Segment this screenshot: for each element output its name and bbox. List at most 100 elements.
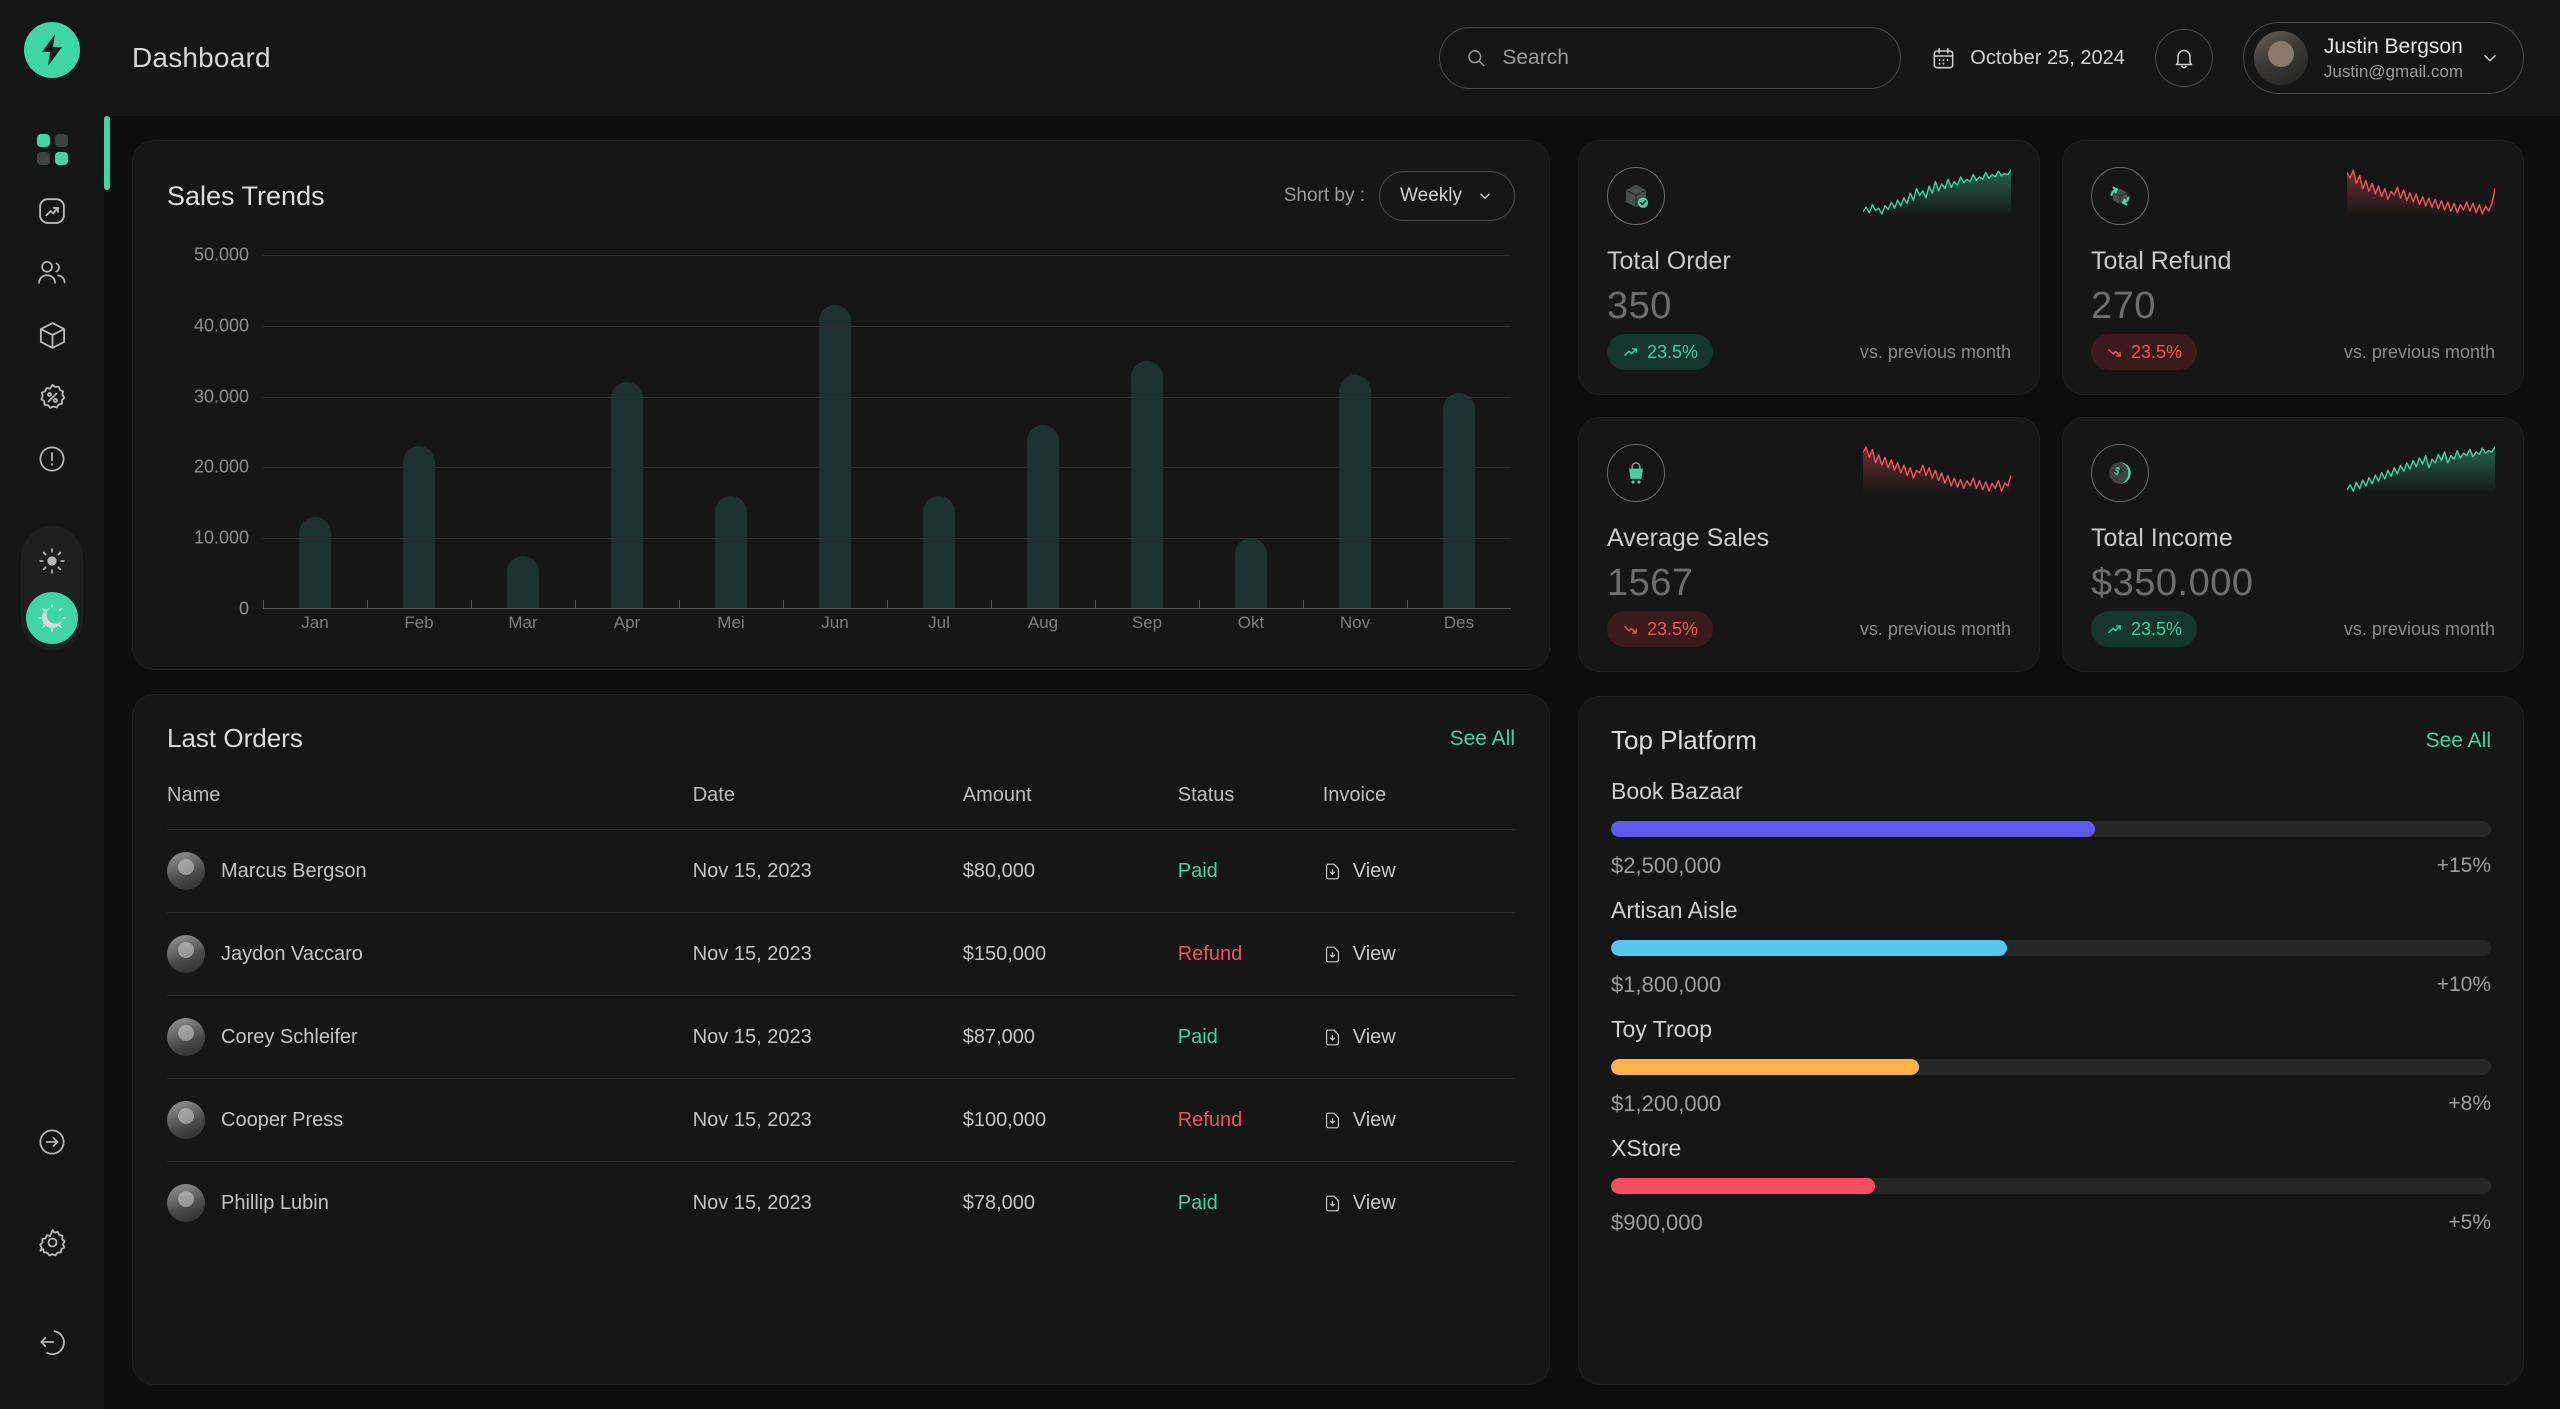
chart-x-tick xyxy=(679,600,680,609)
chart-y-tick-label: 30.000 xyxy=(193,386,249,407)
chart-bar-slot[interactable] xyxy=(1407,255,1511,609)
view-label: View xyxy=(1352,1025,1396,1048)
chart-bar-slot[interactable] xyxy=(367,255,471,609)
table-row[interactable]: Jaydon Vaccaro Nov 15, 2023 $150,000 Refund… xyxy=(167,912,1515,996)
theme-toggle[interactable] xyxy=(21,526,83,650)
chart-bar[interactable] xyxy=(1235,538,1267,609)
discount-badge-icon xyxy=(39,383,65,409)
last-orders-card: Last Orders See All Name Date Amount Sta… xyxy=(132,694,1550,1385)
chart-bar[interactable] xyxy=(1027,424,1059,609)
chart-bar-slot[interactable] xyxy=(1303,255,1407,609)
avatar xyxy=(167,852,205,890)
platform-footer: $1,200,000 +8% xyxy=(1611,1091,2491,1117)
search-box[interactable] xyxy=(1439,27,1902,89)
table-row[interactable]: Phillip Lubin Nov 15, 2023 $78,000 Paid View xyxy=(167,1161,1515,1244)
sidebar-item-settings[interactable] xyxy=(21,1211,83,1273)
chart-bar-slot[interactable] xyxy=(1199,255,1303,609)
platform-item[interactable]: XStore $900,000 +5% xyxy=(1611,1135,2491,1236)
chart-x-tick xyxy=(367,600,368,609)
table-row[interactable]: Corey Schleifer Nov 15, 2023 $87,000 Paid Vi… xyxy=(167,995,1515,1079)
view-invoice-button[interactable]: View xyxy=(1323,860,1515,883)
top-platform-see-all[interactable]: See All xyxy=(2426,729,2491,753)
chart-x-tick-label: Des xyxy=(1443,613,1475,632)
platform-amount: $1,800,000 xyxy=(1611,972,1722,997)
download-file-icon xyxy=(1325,1029,1339,1045)
gear-icon xyxy=(38,1228,66,1256)
chart-bar-slot[interactable] xyxy=(471,255,575,609)
chart-bar[interactable] xyxy=(1339,375,1371,609)
sales-trends-header: Sales Trends Short by : Weekly xyxy=(167,171,1515,221)
moon-icon[interactable] xyxy=(26,592,78,644)
view-invoice-button[interactable]: View xyxy=(1323,1192,1515,1215)
trend-down-icon xyxy=(2108,348,2121,357)
cell-status: Paid xyxy=(1177,1161,1323,1244)
table-header-row: Name Date Amount Status Invoice xyxy=(167,772,1515,830)
last-orders-see-all[interactable]: See All xyxy=(1450,727,1515,751)
platform-item[interactable]: Toy Troop $1,200,000 +8% xyxy=(1611,1016,2491,1117)
date-display[interactable]: October 25, 2024 xyxy=(1931,46,2125,71)
stat-change-badge: 23.5% xyxy=(2091,611,2198,647)
chart-bar-slot[interactable] xyxy=(887,255,991,609)
column-header-date: Date xyxy=(692,784,735,806)
stat-label: Total Order xyxy=(1607,247,1731,275)
status-badge: Paid xyxy=(1177,1191,1218,1214)
view-invoice-button[interactable]: View xyxy=(1323,1026,1515,1049)
platform-progress-fill xyxy=(1611,1059,1919,1075)
refund-box-icon xyxy=(2110,186,2130,206)
search-input[interactable] xyxy=(1502,46,1875,70)
users-icon xyxy=(38,261,66,284)
sidebar-item-expand[interactable] xyxy=(21,1111,83,1173)
table-row[interactable]: Marcus Bergson Nov 15, 2023 $80,000 Paid Vie… xyxy=(167,829,1515,913)
sun-icon[interactable] xyxy=(27,536,77,586)
sparkline-chart xyxy=(2347,169,2495,217)
chart-bar-slot[interactable] xyxy=(991,255,1095,609)
chart-bar[interactable] xyxy=(507,555,539,609)
view-invoice-button[interactable]: View xyxy=(1323,943,1515,966)
profile-menu[interactable]: Justin Bergson Justin@gmail.com xyxy=(2242,22,2524,94)
sidebar xyxy=(0,0,104,1409)
cell-amount: $100,000 xyxy=(962,1078,1178,1162)
sidebar-item-discounts[interactable] xyxy=(21,366,83,428)
platform-item[interactable]: Artisan Aisle $1,800,000 +10% xyxy=(1611,897,2491,998)
cell-amount: $150,000 xyxy=(962,912,1178,996)
platform-progress-fill xyxy=(1611,821,2095,837)
notification-button[interactable] xyxy=(2154,29,2213,87)
chart-bar-slot[interactable] xyxy=(263,255,367,609)
cell-status: Refund xyxy=(1177,1078,1323,1162)
chevron-down-icon[interactable] xyxy=(2479,47,2501,69)
chart-y-tick-label: 10.000 xyxy=(193,527,249,548)
chart-bar[interactable] xyxy=(819,304,851,609)
sort-select[interactable]: Weekly xyxy=(1379,171,1515,221)
top-platform-card: Top Platform See All Book Bazaar $2,500,0… xyxy=(1578,696,2524,1385)
chart-bar[interactable] xyxy=(923,495,955,609)
platform-item[interactable]: Book Bazaar $2,500,000 +15% xyxy=(1611,778,2491,879)
chart-bar[interactable] xyxy=(403,446,435,609)
chart-bar-slot[interactable] xyxy=(783,255,887,609)
cell-name: Cooper Press xyxy=(167,1078,693,1162)
sidebar-item-alerts[interactable] xyxy=(21,428,83,490)
chart-bar-slot[interactable] xyxy=(1095,255,1199,609)
orders-table: Name Date Amount Status Invoice Marcus B… xyxy=(167,772,1515,1244)
sidebar-item-customers[interactable] xyxy=(21,242,83,304)
view-label: View xyxy=(1352,942,1396,965)
sidebar-item-dashboard[interactable] xyxy=(21,118,83,180)
orders-table-head: Name Date Amount Status Invoice xyxy=(167,772,1515,830)
view-invoice-button[interactable]: View xyxy=(1323,1109,1515,1132)
chart-bar-slot[interactable] xyxy=(575,255,679,609)
cell-date: Nov 15, 2023 xyxy=(692,995,963,1079)
stat-icon-wrapper xyxy=(1607,444,1665,502)
stat-footer: 23.5% vs. previous month xyxy=(2091,611,2495,647)
app-logo[interactable] xyxy=(24,22,80,78)
chart-bar-slot[interactable] xyxy=(679,255,783,609)
sidebar-item-analytics[interactable] xyxy=(21,180,83,242)
chart-bar[interactable] xyxy=(299,516,331,609)
chart-bar[interactable] xyxy=(715,495,747,609)
chart-bar[interactable] xyxy=(1131,361,1163,609)
table-row[interactable]: Cooper Press Nov 15, 2023 $100,000 Refund Vi… xyxy=(167,1078,1515,1162)
chart-bar[interactable] xyxy=(611,382,643,609)
chart-bar[interactable] xyxy=(1443,393,1475,609)
cell-invoice: View xyxy=(1322,1078,1515,1162)
customer-name: Phillip Lubin xyxy=(221,1191,329,1214)
sidebar-item-products[interactable] xyxy=(21,304,83,366)
sidebar-item-logout[interactable] xyxy=(21,1311,83,1373)
